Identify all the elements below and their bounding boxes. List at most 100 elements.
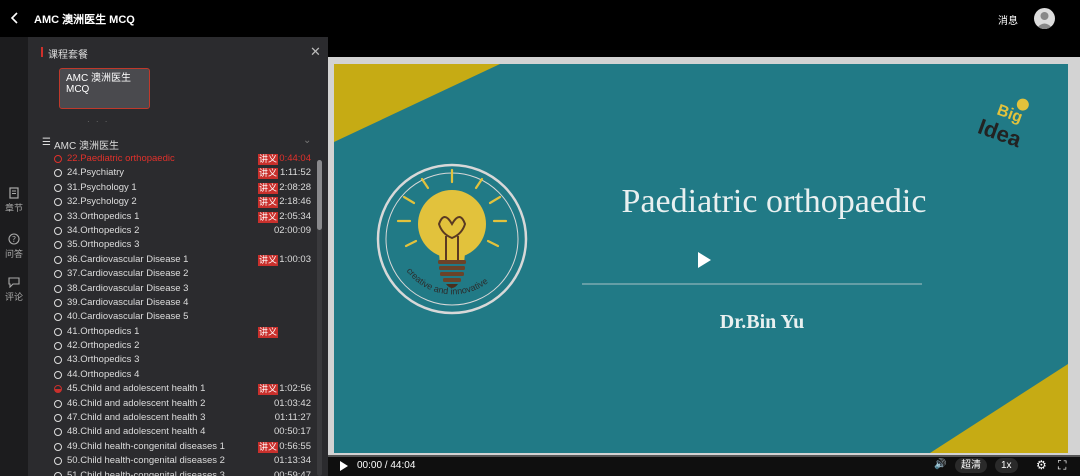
gear-icon[interactable]: ⚙ bbox=[1036, 458, 1047, 472]
lesson-name: 39.Cardiovascular Disease 4 bbox=[67, 296, 189, 308]
circle-icon bbox=[54, 226, 62, 235]
scrollbar-thumb[interactable] bbox=[317, 160, 322, 230]
lesson-name: 43.Orthopedics 3 bbox=[67, 354, 140, 366]
lesson-name: 49.Child health-congenital diseases 1 bbox=[67, 440, 225, 452]
lesson-name: 45.Child and adolescent health 1 bbox=[67, 383, 206, 395]
lesson-name: 42.Orthopedics 2 bbox=[67, 340, 140, 352]
lesson-item[interactable]: 36.Cardiovascular Disease 1 讲义 1:00:03 bbox=[28, 253, 318, 267]
handout-badge[interactable]: 讲义 bbox=[258, 197, 279, 209]
lesson-item[interactable]: 31.Psychology 1 讲义 2:08:28 bbox=[28, 181, 318, 195]
play-overlay-icon[interactable] bbox=[698, 252, 711, 268]
slide-graphic: creative and innovative Paediatric ortho… bbox=[334, 64, 1068, 453]
left-rail: 章节 ? 问答 评论 bbox=[0, 37, 28, 476]
circle-icon bbox=[54, 212, 62, 221]
speed-button[interactable]: 1x bbox=[995, 458, 1018, 473]
lesson-item[interactable]: 45.Child and adolescent health 1 讲义 1:02:5… bbox=[28, 382, 318, 396]
rail-item-chapters[interactable]: 章节 bbox=[0, 187, 28, 214]
lesson-item[interactable]: 38.Cardiovascular Disease 3 bbox=[28, 282, 318, 296]
lesson-duration: 00:50:17 bbox=[274, 426, 311, 438]
scrollbar[interactable] bbox=[317, 160, 322, 476]
panel-title: 课程套餐 bbox=[48, 50, 88, 61]
circle-icon bbox=[54, 169, 62, 178]
quality-button[interactable]: 超清 bbox=[955, 458, 987, 473]
course-card[interactable]: AMC 澳洲医生 MCQ bbox=[59, 68, 150, 109]
lesson-name: 35.Orthopedics 3 bbox=[67, 239, 140, 251]
panel-title-marker bbox=[41, 47, 43, 57]
handout-badge[interactable]: 讲义 bbox=[258, 182, 279, 194]
lesson-item[interactable]: 22.Paediatric orthopaedic 讲义 0:44:04 bbox=[28, 152, 318, 166]
circle-icon bbox=[54, 414, 62, 423]
lesson-item[interactable]: 46.Child and adolescent health 2 01:03:42 bbox=[28, 397, 318, 411]
lesson-item[interactable]: 39.Cardiovascular Disease 4 bbox=[28, 296, 318, 310]
chevron-left-icon[interactable] bbox=[8, 9, 22, 27]
circle-icon bbox=[54, 298, 62, 307]
section-title: AMC 澳洲医生 bbox=[54, 141, 119, 152]
chevron-down-icon[interactable]: ⌄ bbox=[303, 135, 311, 146]
lesson-name: 41.Orthopedics 1 bbox=[67, 325, 140, 337]
lesson-item[interactable]: 34.Orthopedics 2 02:00:09 bbox=[28, 224, 318, 238]
lesson-name: 32.Psychology 2 bbox=[67, 196, 137, 208]
circle-icon bbox=[54, 270, 62, 279]
lesson-item[interactable]: 48.Child and adolescent health 4 00:50:17 bbox=[28, 425, 318, 439]
lesson-item[interactable]: 50.Child health-congenital diseases 2 01:… bbox=[28, 454, 318, 468]
lesson-item[interactable]: 33.Orthopedics 1 讲义 2:05:34 bbox=[28, 210, 318, 224]
lesson-duration: 1:02:56 bbox=[279, 383, 311, 395]
rail-item-qa[interactable]: ? 问答 bbox=[0, 233, 28, 260]
lesson-item[interactable]: 41.Orthopedics 1 讲义 bbox=[28, 325, 318, 339]
lesson-name: 31.Psychology 1 bbox=[67, 181, 137, 193]
close-icon[interactable]: ✕ bbox=[310, 44, 321, 60]
fullscreen-icon[interactable]: ⛶ bbox=[1058, 458, 1066, 473]
handout-badge[interactable]: 讲义 bbox=[258, 441, 279, 453]
messages-link[interactable]: 消息 bbox=[998, 12, 1018, 27]
handout-badge[interactable]: 讲义 bbox=[258, 326, 279, 338]
play-icon[interactable] bbox=[340, 461, 348, 471]
circle-icon bbox=[54, 356, 62, 365]
handout-badge[interactable]: 讲义 bbox=[258, 254, 279, 266]
progress-bar[interactable] bbox=[328, 455, 1080, 457]
circle-icon bbox=[54, 428, 62, 437]
handout-badge[interactable]: 讲义 bbox=[258, 154, 279, 165]
lesson-item[interactable]: 43.Orthopedics 3 bbox=[28, 353, 318, 367]
lesson-name: 40.Cardiovascular Disease 5 bbox=[67, 311, 189, 323]
lesson-duration: 01:11:27 bbox=[274, 412, 311, 424]
lesson-name: 46.Child and adolescent health 2 bbox=[67, 397, 206, 409]
lesson-item[interactable]: 32.Psychology 2 讲义 2:18:46 bbox=[28, 195, 318, 209]
avatar[interactable] bbox=[1034, 8, 1055, 29]
bottom-right-accent bbox=[930, 364, 1068, 453]
handout-badge[interactable]: 讲义 bbox=[258, 168, 279, 180]
circle-icon bbox=[54, 284, 62, 293]
lesson-item[interactable]: 49.Child health-congenital diseases 1 讲义 0… bbox=[28, 440, 318, 454]
lesson-item[interactable]: 44.Orthopedics 4 bbox=[28, 368, 318, 382]
lesson-name: 51.Child health-congenital diseases 3 bbox=[67, 469, 225, 476]
lesson-item[interactable]: 42.Orthopedics 2 bbox=[28, 339, 318, 353]
section-header[interactable]: ☰ AMC 澳洲医生 ⌄ bbox=[28, 133, 328, 153]
top-bar: AMC 澳洲医生 MCQ 消息 bbox=[0, 0, 1080, 37]
handout-badge[interactable]: 讲义 bbox=[258, 211, 279, 223]
course-panel: 课程套餐 ✕ AMC 澳洲医生 MCQ · · · ☰ AMC 澳洲医生 ⌄ 2… bbox=[28, 37, 328, 476]
rail-item-comments[interactable]: 评论 bbox=[0, 276, 28, 303]
lesson-name: 22.Paediatric orthopaedic bbox=[67, 153, 175, 164]
user-icon bbox=[1036, 12, 1053, 29]
lesson-item[interactable]: 47.Child and adolescent health 3 01:11:27 bbox=[28, 411, 318, 425]
lesson-item[interactable]: 40.Cardiovascular Disease 5 bbox=[28, 310, 318, 324]
lesson-duration: 00:59:47 bbox=[274, 469, 311, 476]
slide: creative and innovative Paediatric ortho… bbox=[334, 64, 1068, 453]
question-icon: ? bbox=[8, 233, 20, 245]
volume-icon[interactable]: 🔊 bbox=[934, 459, 946, 470]
lesson-duration: 0:56:55 bbox=[279, 440, 311, 452]
circle-icon bbox=[54, 342, 62, 351]
circle-icon bbox=[54, 385, 62, 394]
rail-label-qa: 问答 bbox=[4, 249, 23, 259]
lesson-item[interactable]: 37.Cardiovascular Disease 2 bbox=[28, 267, 318, 281]
lesson-duration: 01:03:42 bbox=[274, 397, 311, 409]
lesson-duration: 1:00:03 bbox=[279, 253, 311, 265]
handout-badge[interactable]: 讲义 bbox=[258, 384, 279, 396]
svg-text:?: ? bbox=[12, 235, 16, 244]
lesson-item[interactable]: 24.Psychiatry 讲义 1:11:52 bbox=[28, 166, 318, 180]
slide-presenter: Dr.Bin Yu bbox=[720, 311, 805, 333]
list-icon: ☰ bbox=[42, 137, 51, 148]
lesson-item[interactable]: 51.Child health-congenital diseases 3 00:… bbox=[28, 469, 318, 476]
lesson-item[interactable]: 35.Orthopedics 3 bbox=[28, 238, 318, 252]
video-player[interactable]: creative and innovative Paediatric ortho… bbox=[328, 57, 1080, 476]
circle-icon bbox=[54, 313, 62, 322]
